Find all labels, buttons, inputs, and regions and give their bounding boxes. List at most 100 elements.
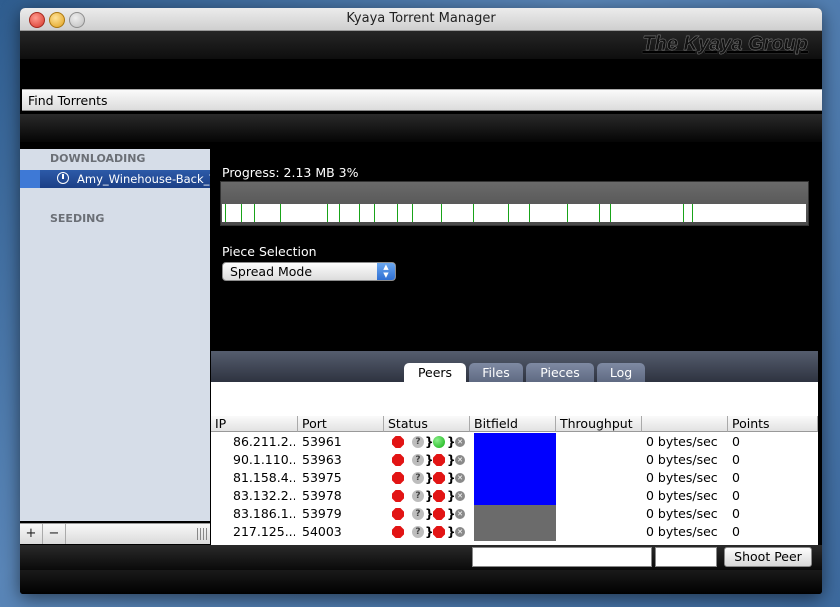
stop-icon[interactable]	[392, 436, 404, 448]
downloading-header: DOWNLOADING	[50, 152, 146, 165]
piece-mark	[692, 204, 693, 222]
app-window: Kyaya Torrent Manager The Kyaya Group Fi…	[20, 8, 822, 594]
brace-icon: }	[425, 453, 434, 467]
peer-port-field[interactable]	[655, 547, 717, 567]
peer-port: 53975	[302, 470, 342, 485]
peers-panel: IP Port Status Bitfield Throughput Point…	[211, 382, 818, 545]
piece-mark	[374, 204, 375, 222]
tabs-band: Peers Files Pieces Log	[211, 351, 818, 382]
peer-bitfield	[474, 505, 556, 523]
stop-icon[interactable]	[392, 454, 404, 466]
disconnect-x-icon[interactable]: ✕	[455, 437, 465, 447]
state-dot-icon	[433, 526, 445, 538]
column-header-throughput[interactable]: Throughput	[556, 416, 642, 432]
table-row[interactable]: 83.186.1... 53979?}} ✕ 0 bytes/sec 0	[211, 505, 818, 523]
column-header-rate[interactable]	[642, 416, 728, 432]
table-row[interactable]: 217.125.... 54003?}} ✕ 0 bytes/sec 0	[211, 523, 818, 541]
peer-throughput: 0 bytes/sec	[646, 434, 718, 449]
brace-icon: }	[425, 525, 434, 539]
piece-mark	[254, 204, 255, 222]
peer-ip: 83.186.1...	[233, 506, 295, 521]
peer-port: 53979	[302, 506, 342, 521]
peer-ip: 81.158.4...	[233, 470, 295, 485]
peer-throughput: 0 bytes/sec	[646, 524, 718, 539]
question-icon: ?	[412, 490, 424, 502]
peer-status: ?}} ✕	[392, 471, 472, 485]
stop-icon[interactable]	[392, 526, 404, 538]
peer-points: 0	[732, 488, 740, 503]
peer-points: 0	[732, 434, 740, 449]
tab-pieces[interactable]: Pieces	[526, 363, 594, 382]
disconnect-x-icon[interactable]: ✕	[455, 509, 465, 519]
shoot-peer-button[interactable]: Shoot Peer	[724, 547, 812, 567]
state-dot-icon	[433, 490, 445, 502]
tab-files[interactable]: Files	[469, 363, 523, 382]
table-row[interactable]: 90.1.110....53963?}}✕0 bytes/sec0	[211, 451, 818, 469]
piece-mark	[508, 204, 509, 222]
column-header-status[interactable]: Status	[384, 416, 470, 432]
peer-throughput: 0 bytes/sec	[646, 452, 718, 467]
updown-chevron-icon: ▲ ▼	[377, 263, 395, 280]
tab-log[interactable]: Log	[597, 363, 645, 382]
column-header-ip[interactable]: IP	[211, 416, 298, 432]
table-row[interactable]: 86.211.2... 53961 ?}} ✕ 0 bytes/sec 0	[211, 433, 818, 451]
peer-port: 53961	[302, 434, 342, 449]
find-torrents-bar[interactable]: Find Torrents	[22, 89, 822, 111]
peer-status: ?}} ✕	[392, 489, 472, 503]
peer-port: 54003	[302, 524, 342, 539]
resize-grip-icon[interactable]	[197, 528, 207, 540]
piece-mark	[339, 204, 340, 222]
peer-bitfield	[474, 523, 556, 541]
piece-mode-select[interactable]: Spread Mode ▲ ▼	[222, 262, 396, 281]
piece-mark	[327, 204, 328, 222]
close-window-button[interactable]	[29, 12, 45, 28]
peer-ip: 217.125....	[233, 524, 295, 539]
toolbar-strip	[20, 114, 822, 142]
peer-throughput: 0 bytes/sec	[646, 506, 718, 521]
piece-mark	[397, 204, 398, 222]
piece-mark	[529, 204, 530, 222]
brand-logo-text: The Kyaya Group	[642, 33, 808, 55]
zoom-window-button[interactable]	[69, 12, 85, 28]
question-icon: ?	[412, 454, 424, 466]
disconnect-x-icon[interactable]: ✕	[455, 527, 465, 537]
peer-bitfield	[474, 487, 556, 505]
piece-map	[222, 204, 806, 222]
sidebar-item-torrent[interactable]: Amy_Winehouse-Back_To_Black	[20, 170, 210, 188]
table-row[interactable]: 81.158.4... 53975?}} ✕ 0 bytes/sec 0	[211, 469, 818, 487]
disconnect-x-icon[interactable]: ✕	[455, 455, 465, 465]
stop-icon[interactable]	[392, 508, 404, 520]
tab-peers[interactable]: Peers	[404, 363, 466, 382]
question-icon: ?	[412, 508, 424, 520]
table-row[interactable]: 83.132.2... 53978?}} ✕ 0 bytes/sec 0	[211, 487, 818, 505]
disconnect-x-icon[interactable]: ✕	[455, 473, 465, 483]
column-header-bitfield[interactable]: Bitfield	[470, 416, 556, 432]
column-header-port[interactable]: Port	[298, 416, 384, 432]
brand-bar: The Kyaya Group	[20, 31, 822, 59]
peer-ip: 86.211.2...	[233, 434, 295, 449]
peer-bitfield	[474, 451, 556, 469]
remove-torrent-button[interactable]: −	[43, 524, 66, 544]
peer-points: 0	[732, 470, 740, 485]
peer-ip-field[interactable]	[472, 547, 652, 567]
peer-status: ?}} ✕	[392, 453, 472, 467]
column-header-points[interactable]: Points	[728, 416, 818, 432]
minimize-window-button[interactable]	[49, 12, 65, 28]
window-title: Kyaya Torrent Manager	[346, 11, 496, 26]
piece-mark	[610, 204, 611, 222]
disconnect-x-icon[interactable]: ✕	[455, 491, 465, 501]
piece-mark	[683, 204, 684, 222]
peer-status: ?}} ✕	[392, 435, 472, 449]
stop-icon[interactable]	[392, 490, 404, 502]
piece-mark	[567, 204, 568, 222]
state-dot-icon	[433, 454, 445, 466]
piece-mark	[599, 204, 600, 222]
stop-icon[interactable]	[392, 472, 404, 484]
bottom-bar: Shoot Peer	[20, 545, 822, 570]
state-dot-icon	[433, 436, 445, 448]
title-bar[interactable]: Kyaya Torrent Manager	[20, 8, 822, 31]
find-torrents-label: Find Torrents	[28, 93, 108, 108]
add-torrent-button[interactable]: +	[20, 524, 43, 544]
piece-selection-label: Piece Selection	[222, 244, 317, 259]
clock-icon	[57, 172, 69, 184]
